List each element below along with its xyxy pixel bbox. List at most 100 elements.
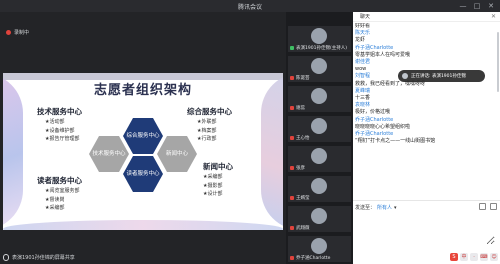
recording-label: 录制中 [14,30,30,36]
avatar [311,148,327,164]
group-heading-general: 综合服务中心 [187,107,232,116]
microphone-muted-icon [290,226,294,230]
avatar [311,118,327,134]
participant-name: 武翔薇 [296,226,310,231]
avatar [311,28,327,44]
minimize-button[interactable]: — [458,1,468,11]
participant-tile[interactable]: 王心怡 [288,116,351,142]
group-items-general: ★外联部 ★档案部 ★行政部 [197,118,216,144]
group-heading-reader: 读者服务中心 [37,176,82,185]
group-heading-news: 新闻中心 [203,162,233,171]
emoji-icon[interactable] [479,203,486,210]
group-heading-tech: 技术服务中心 [37,107,82,116]
slide-bottom-decoration [3,220,283,230]
ime-lang-button[interactable]: 中 [460,253,468,261]
chat-message-text: 好好看 [355,23,371,29]
participant-tile[interactable]: 谢蕊 [288,86,351,112]
ime-punct-button[interactable]: · [470,253,478,261]
slide-title: 志愿者组织架构 [93,83,192,98]
ime-toolbar: S 中 · ⌨ ☺ [450,253,498,261]
ime-keyboard-icon[interactable]: ⌨ [480,253,488,261]
participant-name: 王心怡 [296,136,310,141]
participant-name-row: 乔子涵Charlotte [290,255,350,261]
hex-reader-center: 读者服务中心 [123,156,163,192]
participant-tile[interactable]: 陈诞芸 [288,56,351,82]
shared-screen-area: 录制中 志愿者组织架构 技术服务中心 ★活动部 ★设备维护部 ★报告厅管理部 综… [0,12,286,264]
chat-scrollbar[interactable] [497,32,499,92]
chat-sender: 谢佳君 [355,59,371,66]
microphone-icon [3,254,9,261]
participant-name: 谢蕊 [296,106,305,111]
group-items-reader: ★阅览室服务部 ★督读岗 ★采编部 [45,187,79,213]
avatar [311,208,327,224]
send-to-label: 发送至： [355,205,376,211]
group-item: ★阅览室服务部 [45,188,80,194]
presentation-slide: 志愿者组织架构 技术服务中心 ★活动部 ★设备维护部 ★报告厅管理部 综合服务中… [3,73,283,230]
send-to-row: 发送至： 所有人 ▾ [355,204,397,212]
group-item: ★采编部 [203,174,223,180]
microphone-muted-icon [290,166,294,170]
chat-sender: 乔子涵Charlotte [355,44,394,51]
group-item: ★采编部 [45,205,65,211]
participant-name-row: 谢蕊 [290,105,350,111]
participant-name-row: 武翔薇 [290,225,350,231]
window-title: 腾讯会议 [237,4,262,11]
sharer-name: 表演1901孙佳锦的屏幕共享 [12,255,75,261]
chat-sender: 陈天乐 [355,30,371,37]
recording-indicator[interactable]: 录制中 [6,29,29,36]
close-chat-icon[interactable]: ✕ [491,12,496,22]
chat-title: 聊天 [360,14,371,20]
title-bar: 腾讯会议 — □ ✕ [0,0,500,12]
chat-message-text: 零基学姐本人在吗可爱哦 [355,51,411,58]
chat-message-text: 晓晓晓晓心心希望组织啦 [355,123,411,130]
avatar [402,73,408,79]
hex-news-center: 新闻中心 [157,136,197,172]
group-item: ★设计部 [203,191,223,197]
chat-message-text: 极好，价格过哦 [355,109,391,116]
speaking-text: 正在讲话: 表演1901孙佳锦 [411,74,466,79]
maximize-button[interactable]: □ [472,1,482,11]
chat-composer: 发送至： 所有人 ▾ S 中 · ⌨ ☺ [353,200,500,264]
avatar [311,58,327,74]
group-item: ★行政部 [197,136,217,142]
microphone-muted-icon [290,76,294,80]
participant-tile[interactable]: 张彦 [288,146,351,172]
group-item: ★督读岗 [45,196,65,203]
close-button[interactable]: ✕ [486,1,496,11]
participant-name: 表演1901孙佳锦(主持人) [296,46,347,51]
microphone-muted-icon [290,136,294,140]
chat-messages: 好好看 陈天乐 龙虾 乔子涵Charlotte 零基学姐本人在吗可爱哦 谢佳君 … [353,23,500,199]
group-items-tech: ★活动部 ★设备维护部 ★报告厅管理部 [45,118,79,144]
avatar [311,178,327,194]
composer-tools [479,203,497,210]
speaking-toast: 正在讲话: 表演1901孙佳锦 [398,70,485,82]
chat-input[interactable] [355,215,495,245]
chat-message-text: “翔钉”打卡点之——一线山街图书馆 [355,138,436,145]
group-item: ★档案部 [197,127,217,134]
chat-message-text: 十三香 [355,95,371,102]
participant-tile[interactable]: 乔子涵Charlotte [288,236,351,262]
microphone-muted-icon [290,256,294,260]
group-item: ★报告厅管理部 [45,136,80,142]
hex-general-center: 综合服务中心 [123,118,163,154]
microphone-muted-icon [290,106,294,110]
avatar [311,238,327,254]
file-icon[interactable] [490,203,497,210]
screen-share-label: 表演1901孙佳锦的屏幕共享 [0,251,286,264]
meeting-window: 腾讯会议 — □ ✕ 录制中 志愿者组织架构 技术服务中心 ★活动部 ★设备维护… [0,0,500,264]
participant-tile[interactable]: 武翔薇 [288,206,351,232]
chevron-down-icon[interactable]: ▾ [394,205,397,211]
chat-header: 聊天 ✕ [353,12,500,22]
avatar [311,88,327,104]
chat-panel: 聊天 ✕ 好好看 陈天乐 龙虾 乔子涵Charlotte 零基学姐本人在吗可爱哦… [353,12,500,264]
group-item: ★设备维护部 [45,127,75,134]
ime-logo-icon[interactable]: S [450,253,458,261]
record-dot-icon [6,30,11,35]
ime-emoji-icon[interactable]: ☺ [490,253,498,261]
send-to-select[interactable]: 所有人 [377,204,392,211]
chat-sender: 夏峰瑞 [355,87,371,94]
participant-tile[interactable]: 王嫣莹 [288,176,351,202]
participant-tile[interactable]: 表演1901孙佳锦(主持人) [288,26,351,52]
participant-name-row: 王心怡 [290,135,350,141]
participant-name-row: 陈诞芸 [290,75,350,81]
